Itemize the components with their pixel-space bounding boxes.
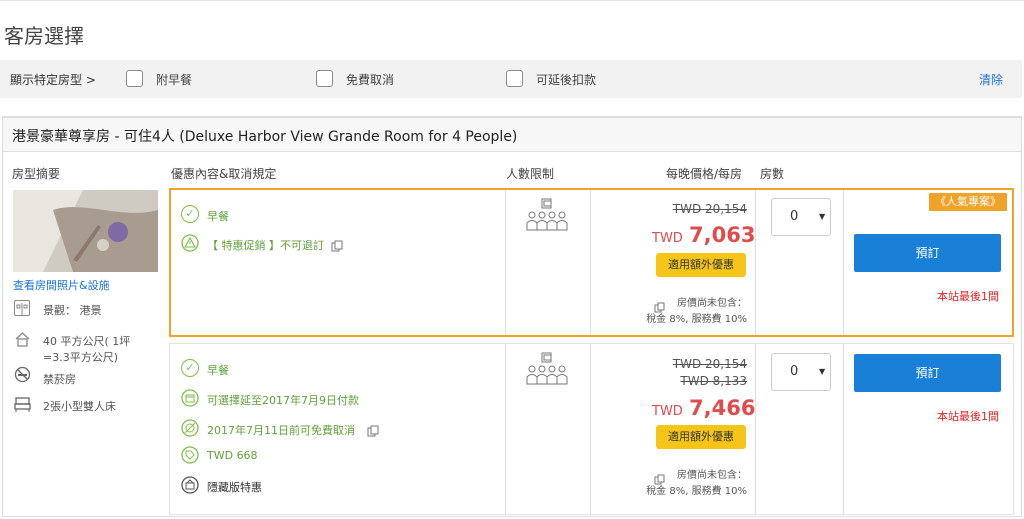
- cancel-icon: [181, 419, 199, 437]
- warning-icon: [181, 234, 199, 252]
- offer2-discount: TWD 668: [207, 449, 258, 462]
- offer1-price: 7,063: [689, 223, 756, 247]
- offer1-currency: TWD: [652, 231, 683, 246]
- room-photo[interactable]: [13, 190, 158, 272]
- room-title: 港景豪華尊享房 - 可住4人 (Deluxe Harbor View Grand…: [12, 129, 518, 145]
- divider: [505, 344, 506, 514]
- offer2-price: 7,466: [689, 396, 756, 420]
- room-photos-link[interactable]: 查看房間照片&設施: [13, 277, 110, 293]
- bed-icon: [14, 396, 31, 413]
- popular-badge: 《人氣專案》: [929, 193, 1007, 211]
- top-divider: [0, 0, 1024, 1]
- tag-icon: [181, 446, 199, 464]
- col-summary: 房型摘要: [12, 167, 61, 181]
- offer2-rooms-select[interactable]: 0 ▼: [771, 353, 831, 391]
- divider: [590, 344, 591, 514]
- offer2-note-line1: 房價尚未包含：: [677, 470, 747, 481]
- offer1-rooms-select[interactable]: 0 ▼: [771, 198, 831, 236]
- offer2-book-button[interactable]: 預訂: [854, 354, 1001, 392]
- offer2-original-price-2: TWD 8,133: [680, 374, 747, 388]
- offer2-currency: TWD: [652, 404, 683, 419]
- offer2-original-price: TWD 20,154: [672, 357, 747, 371]
- view-icon: [14, 300, 30, 316]
- offer2-availability: 本站最後1間: [937, 410, 999, 423]
- breakfast-filter-label[interactable]: 附早餐: [156, 71, 192, 88]
- check-icon: ✓: [181, 359, 199, 377]
- filter-label: 顯示特定房型 >: [10, 73, 96, 87]
- hidden-deal-icon: [181, 476, 199, 494]
- col-price: 每晚價格/每房: [666, 167, 743, 181]
- offer2-promo-button[interactable]: 適用額外優惠: [656, 425, 746, 449]
- divider: [590, 190, 591, 335]
- offer2-note-line2: 稅金 8%, 服務費 10%: [646, 486, 747, 497]
- offer1-availability: 本站最後1間: [937, 290, 999, 303]
- feature-size: 40 平方公尺( 1坪 =3.3平方公尺): [43, 335, 131, 364]
- free-cancel-checkbox[interactable]: [316, 70, 333, 87]
- offer1-rooms-value: 0: [790, 209, 799, 224]
- col-rooms: 房數: [760, 167, 785, 181]
- offer1-note-line1: 房價尚未包含：: [677, 298, 747, 309]
- clear-filters-link[interactable]: 清除: [979, 71, 1003, 88]
- col-offer: 優惠內容&取消規定: [171, 167, 277, 181]
- info-copy-icon[interactable]: [331, 237, 343, 252]
- no-smoking-icon: [14, 366, 31, 383]
- divider: [505, 190, 506, 335]
- chevron-down-icon: ▼: [819, 212, 826, 221]
- chevron-down-icon: ▼: [819, 367, 826, 376]
- info-copy-icon[interactable]: [367, 422, 379, 437]
- divider: [755, 190, 756, 335]
- feature-bed: 2張小型雙人床: [43, 400, 116, 413]
- house-icon: [14, 331, 31, 348]
- free-cancel-filter-label[interactable]: 免費取消: [346, 71, 394, 88]
- calendar-icon: [181, 389, 199, 407]
- offer1-promo-button[interactable]: 適用額外優惠: [656, 253, 746, 277]
- check-icon: ✓: [181, 205, 199, 223]
- divider: [755, 344, 756, 514]
- divider: [843, 344, 844, 514]
- offer2-free-cancel: 2017年7月11日前可免費取消: [207, 424, 355, 437]
- col-occupancy: 人數限制: [506, 167, 555, 181]
- offer2-breakfast: 早餐: [207, 364, 229, 377]
- divider: [843, 190, 844, 335]
- feature-smoking: 禁菸房: [43, 373, 76, 386]
- four-people-icon: [524, 198, 570, 234]
- offer1-nonrefundable: 【 特惠促銷 】不可退訂: [207, 239, 324, 252]
- pay-later-checkbox[interactable]: [506, 70, 523, 87]
- offer1-note-line2: 稅金 8%, 服務費 10%: [646, 314, 747, 325]
- offer2-rooms-value: 0: [790, 364, 799, 379]
- pay-later-filter-label[interactable]: 可延後扣款: [536, 71, 596, 88]
- offer1-original-price: TWD 20,154: [672, 202, 747, 216]
- four-people-icon: [524, 352, 570, 388]
- offer1-book-button[interactable]: 預訂: [854, 234, 1001, 272]
- page-title: 客房選擇: [4, 24, 84, 48]
- feature-view: 景觀： 港景: [43, 304, 102, 317]
- offer1-breakfast: 早餐: [207, 210, 229, 223]
- offer2-hidden-deal: 隱藏版特惠: [207, 481, 262, 494]
- breakfast-checkbox[interactable]: [126, 70, 143, 87]
- offer2-pay-later: 可選擇延至2017年7月9日付款: [207, 394, 359, 407]
